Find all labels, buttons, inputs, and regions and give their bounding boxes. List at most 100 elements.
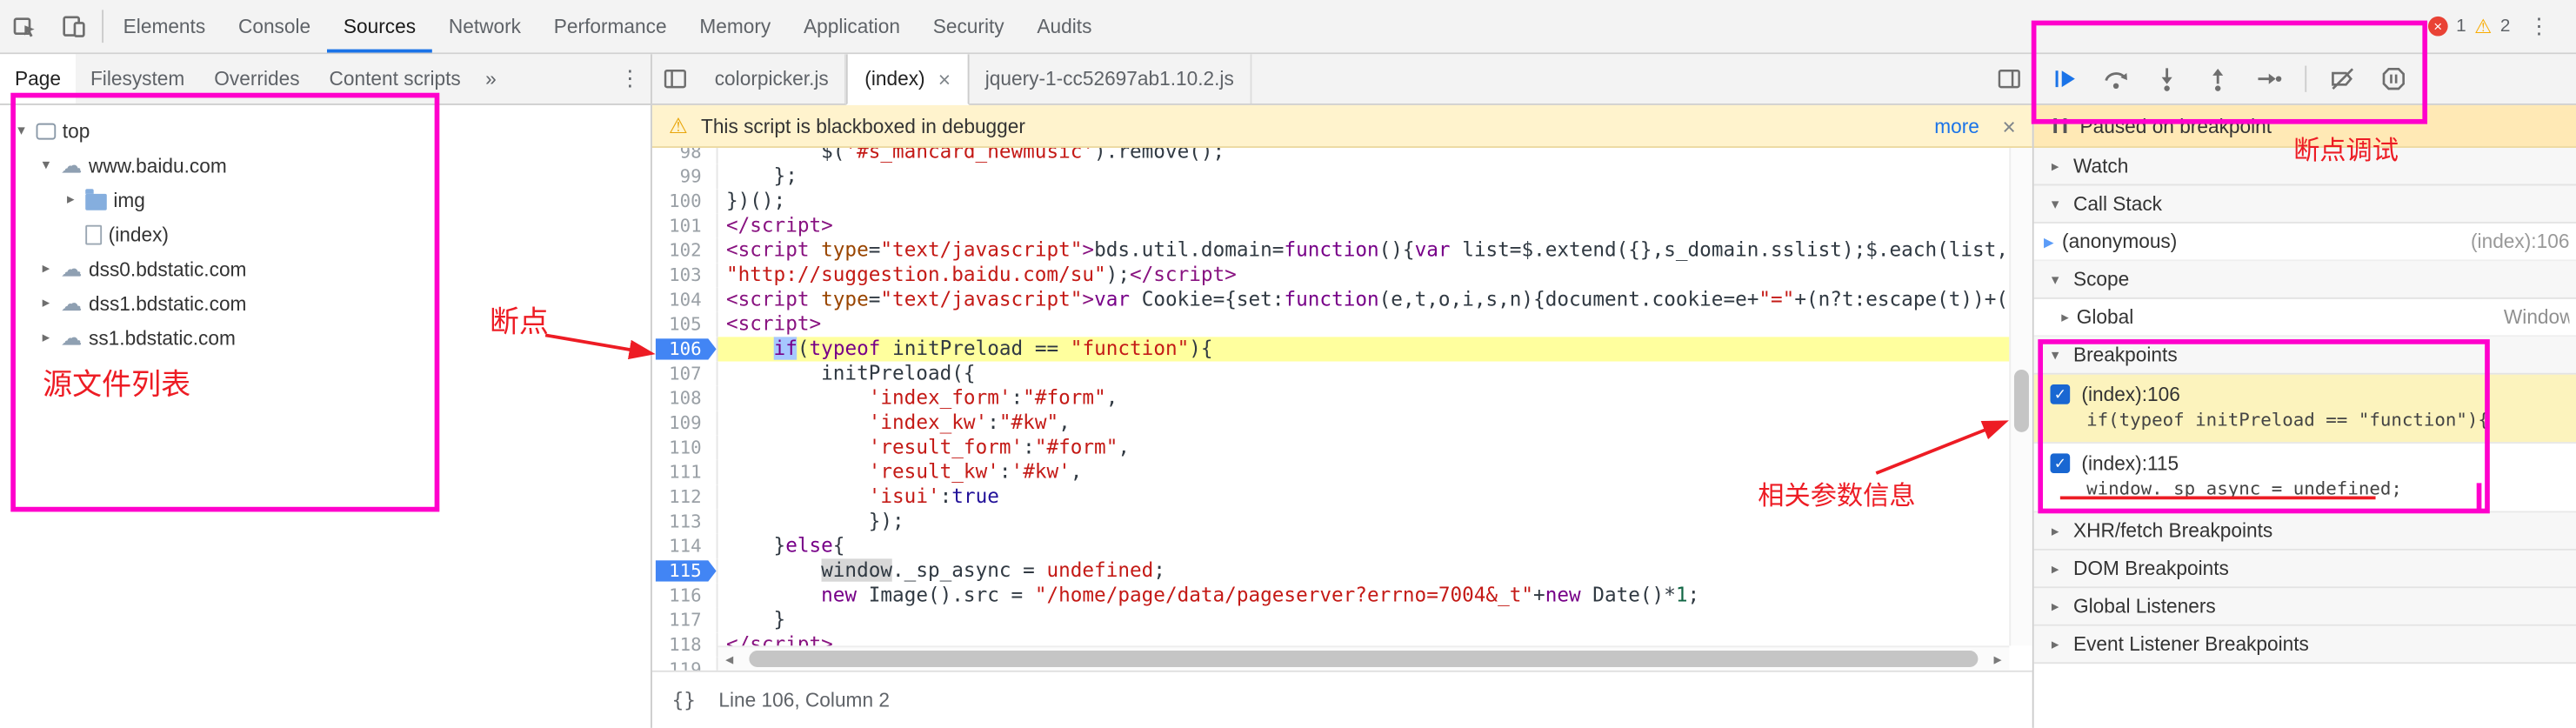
line-number[interactable]: 115 <box>652 558 718 584</box>
disclosure-expanded-icon[interactable]: ▾ <box>37 156 54 174</box>
disclosure-collapsed-icon[interactable]: ▸ <box>2047 157 2064 175</box>
line-number[interactable]: 101 <box>652 213 718 238</box>
line-number[interactable]: 113 <box>652 509 718 534</box>
infobar-more-link[interactable]: more <box>1934 114 1979 137</box>
breakpoint-entry[interactable]: ✓ (index):115 window._sp_async = undefined… <box>2033 444 2576 513</box>
scroll-track[interactable] <box>741 647 1986 670</box>
line-number[interactable]: 117 <box>652 607 718 633</box>
scroll-right-icon[interactable]: ▶ <box>1986 651 2009 666</box>
line-number[interactable]: 114 <box>652 533 718 559</box>
navigator-toggle-icon[interactable] <box>652 54 698 104</box>
line-number[interactable]: 103 <box>652 263 718 288</box>
tree-item-img[interactable]: ▸ img <box>0 183 651 217</box>
breakpoint-badge[interactable]: 115 <box>656 560 717 582</box>
main-tab-network[interactable]: Network <box>432 0 537 52</box>
disclosure-collapsed-icon[interactable]: ▸ <box>2057 308 2073 326</box>
disclosure-expanded-icon[interactable]: ▾ <box>2047 270 2064 289</box>
main-tab-elements[interactable]: Elements <box>107 0 222 52</box>
scrollbar-thumb[interactable] <box>2013 370 2029 432</box>
disclosure-collapsed-icon[interactable]: ▸ <box>37 294 54 312</box>
main-tab-console[interactable]: Console <box>222 0 327 52</box>
editor-tab-jquery-1-cc52697ab1-10-2-js[interactable]: jquery-1-cc52697ab1.10.2.js <box>969 54 1252 104</box>
editor-tab-colorpicker-js[interactable]: colorpicker.js <box>698 54 847 104</box>
editor-options-icon[interactable] <box>1986 54 2032 104</box>
close-tab-icon[interactable]: × <box>938 67 951 91</box>
disclosure-collapsed-icon[interactable]: ▸ <box>2047 598 2064 616</box>
step-over-button[interactable] <box>2101 64 2131 94</box>
code-editor[interactable]: 98 $('#s_mancard_newmusic').remove(); 99 … <box>651 148 2032 671</box>
section-dom-breakpoints[interactable]: ▸ DOM Breakpoints <box>2033 550 2576 589</box>
section-breakpoints[interactable]: ▾ Breakpoints <box>2033 337 2576 375</box>
pretty-print-button[interactable]: {} <box>672 689 696 711</box>
warning-icon[interactable]: ⚠ <box>2474 15 2492 37</box>
line-number[interactable]: 119 <box>652 657 718 671</box>
main-tab-memory[interactable]: Memory <box>683 0 787 52</box>
scroll-left-icon[interactable]: ◀ <box>718 651 741 666</box>
navigator-tab-overrides[interactable]: Overrides <box>199 54 314 104</box>
call-stack-frame[interactable]: ▶ (anonymous) (index):106 <box>2033 223 2576 262</box>
line-number[interactable]: 110 <box>652 435 718 460</box>
tree-item-dss0-bdstatic-com[interactable]: ▸ ☁ dss0.bdstatic.com <box>0 251 651 286</box>
disclosure-collapsed-icon[interactable]: ▸ <box>37 259 54 277</box>
main-tab-sources[interactable]: Sources <box>327 0 432 52</box>
line-number[interactable]: 118 <box>652 632 718 658</box>
breakpoint-badge[interactable]: 106 <box>656 338 717 360</box>
line-number[interactable]: 105 <box>652 311 718 337</box>
section-global-listeners[interactable]: ▸ Global Listeners <box>2033 588 2576 626</box>
resume-button[interactable] <box>2051 64 2080 94</box>
line-number[interactable]: 107 <box>652 361 718 386</box>
error-badge-icon[interactable]: × <box>2427 16 2448 37</box>
line-number[interactable]: 111 <box>652 459 718 485</box>
device-toolbar-button[interactable] <box>50 0 99 52</box>
line-number[interactable]: 98 <box>652 148 718 164</box>
section-call-stack[interactable]: ▾ Call Stack <box>2033 185 2576 224</box>
section-watch[interactable]: ▸ Watch <box>2033 148 2576 186</box>
navigator-tab-page[interactable]: Page <box>0 54 76 104</box>
disclosure-collapsed-icon[interactable]: ▸ <box>37 329 54 347</box>
disclosure-collapsed-icon[interactable]: ▸ <box>2047 635 2064 653</box>
main-tab-audits[interactable]: Audits <box>1021 0 1109 52</box>
line-number[interactable]: 116 <box>652 583 718 608</box>
tree-item-dss1-bdstatic-com[interactable]: ▸ ☁ dss1.bdstatic.com <box>0 286 651 321</box>
navigator-menu-button[interactable]: ⋮ <box>610 66 651 92</box>
inspect-element-button[interactable] <box>0 0 50 52</box>
line-number[interactable]: 112 <box>652 484 718 510</box>
step-out-button[interactable] <box>2203 64 2232 94</box>
pause-on-exceptions-button[interactable] <box>2379 64 2408 94</box>
breakpoint-entry[interactable]: ✓ (index):106 if(typeof initPreload == "fu… <box>2033 374 2576 444</box>
scope-item-global[interactable]: ▸ Global Window <box>2033 299 2576 337</box>
tree-item-index[interactable]: (index) <box>0 217 651 251</box>
breakpoint-checkbox[interactable]: ✓ <box>2050 453 2071 474</box>
breakpoint-checkbox[interactable]: ✓ <box>2050 384 2071 404</box>
navigator-tab-filesystem[interactable]: Filesystem <box>76 54 199 104</box>
scrollbar-thumb[interactable] <box>749 651 1979 667</box>
disclosure-collapsed-icon[interactable]: ▸ <box>2047 522 2064 540</box>
line-number[interactable]: 102 <box>652 237 718 264</box>
section-scope[interactable]: ▾ Scope <box>2033 261 2576 299</box>
line-number[interactable]: 104 <box>652 287 718 312</box>
line-number[interactable]: 99 <box>652 164 718 190</box>
tree-item-www-baidu-com[interactable]: ▾ ☁ www.baidu.com <box>0 148 651 183</box>
disclosure-collapsed-icon[interactable]: ▸ <box>63 190 79 209</box>
step-button[interactable] <box>2254 64 2284 94</box>
tree-item-ss1-bdstatic-com[interactable]: ▸ ☁ ss1.bdstatic.com <box>0 320 651 355</box>
deactivate-breakpoints-button[interactable] <box>2328 64 2358 94</box>
disclosure-expanded-icon[interactable]: ▾ <box>13 122 30 140</box>
disclosure-collapsed-icon[interactable]: ▸ <box>2047 559 2064 578</box>
editor-tab-index[interactable]: (index) × <box>846 54 969 105</box>
disclosure-expanded-icon[interactable]: ▾ <box>2047 195 2064 213</box>
vertical-scrollbar[interactable] <box>2009 148 2032 646</box>
navigator-tab-content-scripts[interactable]: Content scripts <box>315 54 476 104</box>
more-tabs-icon[interactable]: » <box>476 67 506 90</box>
disclosure-expanded-icon[interactable]: ▾ <box>2047 346 2064 364</box>
line-number[interactable]: 108 <box>652 385 718 411</box>
horizontal-scrollbar[interactable]: ◀ ▶ <box>717 645 2010 671</box>
line-number[interactable]: 106 <box>652 337 718 362</box>
step-into-button[interactable] <box>2152 64 2182 94</box>
main-tab-security[interactable]: Security <box>917 0 1021 52</box>
line-number[interactable]: 100 <box>652 189 718 214</box>
devtools-menu-button[interactable]: ⋮ <box>2519 13 2559 39</box>
section-xhr-fetch-breakpoints[interactable]: ▸ XHR/fetch Breakpoints <box>2033 512 2576 551</box>
main-tab-application[interactable]: Application <box>787 0 917 52</box>
line-number[interactable]: 109 <box>652 411 718 436</box>
